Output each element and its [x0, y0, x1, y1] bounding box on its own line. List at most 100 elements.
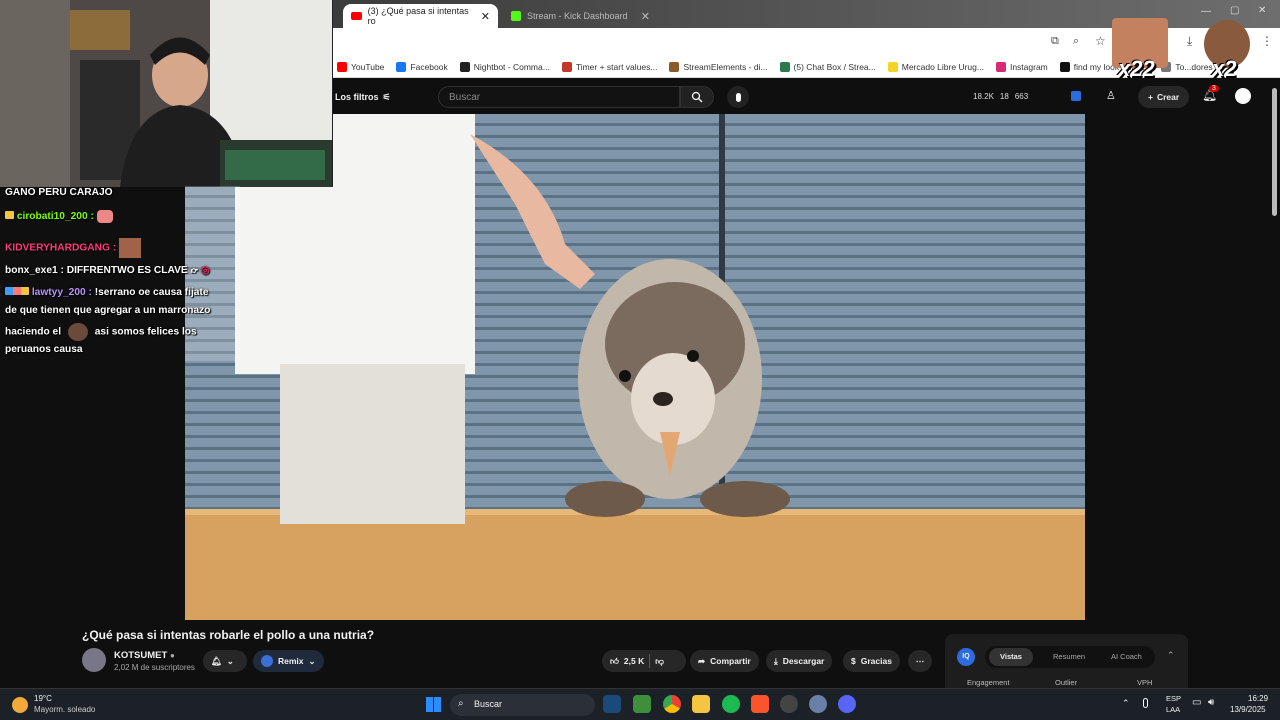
bookmark-item[interactable]: Timer + start values...	[561, 61, 657, 72]
tab-resumen[interactable]: Resumen	[1053, 648, 1085, 666]
chat-text: de que tienen que agregar a un marronazo	[5, 305, 211, 316]
clock-time[interactable]: 16:29	[1248, 694, 1268, 703]
vidiq-icon[interactable]	[1071, 91, 1081, 101]
chevron-up-icon[interactable]: ⌃	[1122, 698, 1130, 709]
search-button[interactable]	[680, 86, 714, 108]
bookmark-icon	[337, 61, 347, 72]
discord-icon[interactable]	[838, 695, 856, 713]
window-close-icon[interactable]: ✕	[1258, 5, 1266, 16]
maximize-icon[interactable]: ▢	[1230, 5, 1239, 16]
filters-button[interactable]: Los filtros ⚟	[335, 92, 391, 103]
tab-ai-coach[interactable]: AI Coach	[1111, 648, 1142, 666]
bookmark-item[interactable]: (5) Chat Box / Strea...	[779, 61, 876, 72]
bookmark-item[interactable]: StreamElements - di...	[669, 61, 768, 72]
mic-button[interactable]	[727, 86, 749, 108]
sliders-icon: ⚟	[382, 91, 391, 102]
thumbs-down-icon[interactable]: 👎︎	[655, 656, 664, 667]
tab-label: Stream - Kick Dashboard	[527, 11, 628, 21]
tab-vistas[interactable]: Vistas	[989, 648, 1033, 666]
bell-icon: 🔔︎	[211, 655, 222, 666]
pointing-hand-icon: 👉︎	[190, 265, 198, 276]
chat-message: lawtyy_200 : !serrano oe causa fijate	[5, 286, 240, 300]
menu-icon[interactable]: ⋮	[1261, 34, 1273, 48]
download-button[interactable]: ⤓ Descargar	[766, 650, 833, 672]
bookmark-item[interactable]: YouTube	[337, 61, 384, 72]
chat-message: peruanos causa	[5, 343, 83, 357]
chat-text: peruanos causa	[5, 344, 83, 355]
chrome-icon[interactable]	[663, 695, 681, 713]
bookmark-label: To...dores	[1175, 61, 1213, 72]
video-player[interactable]	[185, 114, 1085, 620]
spotify-icon[interactable]	[722, 695, 740, 713]
like-button[interactable]: 👍︎ 2,5 K 👎︎	[602, 650, 686, 672]
chat-text: asi somos felices los	[94, 326, 197, 338]
stat-views: 18.2K	[973, 92, 994, 101]
bookmark-icon	[1059, 61, 1070, 72]
network-icon[interactable]: ▭	[1192, 697, 1201, 708]
bookmark-item[interactable]: Mercado Libre Urug...	[887, 61, 984, 72]
bookmark-label: Facebook	[410, 61, 448, 72]
plus-icon: +	[1148, 92, 1153, 102]
app-icon[interactable]	[809, 695, 827, 713]
close-icon[interactable]: ✕	[481, 10, 490, 23]
webcam-overlay	[0, 0, 333, 187]
kick-icon	[511, 11, 521, 21]
emote-icon	[67, 323, 88, 341]
remix-label: Remix	[278, 656, 304, 666]
windows-taskbar: 19°C Mayorm. soleado ⌕ Buscar ⌃ ESP LAA …	[0, 688, 1280, 720]
bookmark-icon	[887, 61, 898, 72]
rank-icon[interactable]: ♙	[1106, 89, 1116, 102]
mic-icon[interactable]	[1143, 698, 1148, 708]
search-input[interactable]: Buscar	[438, 86, 680, 108]
language-secondary[interactable]: LAA	[1166, 705, 1180, 714]
minimize-icon[interactable]: —	[1201, 6, 1211, 17]
brave-icon[interactable]	[751, 695, 769, 713]
tab-kick[interactable]: Stream - Kick Dashboard ✕	[503, 4, 658, 28]
scrollbar[interactable]	[1272, 88, 1277, 216]
bookmark-item[interactable]: To...dores	[1161, 61, 1213, 72]
chat-user: KIDVERYHARDGANG :	[5, 242, 117, 254]
clock-date[interactable]: 13/9/2025	[1230, 705, 1266, 714]
share-icon: ➦	[698, 655, 706, 666]
more-icon: ⋯	[915, 655, 925, 666]
bookmark-icon	[459, 61, 470, 72]
install-icon[interactable]: ⧉	[1051, 35, 1059, 48]
tab-label: (3) ¿Qué pasa si intentas ro	[367, 6, 469, 26]
search-icon	[691, 91, 703, 103]
taskbar-search[interactable]: ⌕ Buscar	[450, 694, 595, 716]
weather-icon[interactable]	[12, 697, 28, 713]
bookmark-item[interactable]: Facebook	[396, 61, 448, 72]
download-icon[interactable]: ⤓	[1187, 34, 1192, 49]
file-explorer-icon[interactable]	[692, 695, 710, 713]
create-label: Crear	[1156, 92, 1180, 102]
zoom-icon[interactable]: ⌕	[1073, 35, 1079, 48]
notification-bell-button[interactable]: 🔔︎ ⌄	[203, 650, 247, 672]
youtube-header: Los filtros ⚟ Buscar 18.2K 18 663 ♙ + Cr…	[333, 80, 1280, 114]
tab-youtube[interactable]: (3) ¿Qué pasa si intentas ro ✕	[343, 4, 498, 28]
channel-name[interactable]: KOTSUMET ●	[114, 650, 175, 661]
chat-message: de que tienen que agregar a un marronazo	[5, 304, 211, 318]
minecraft-icon[interactable]	[633, 695, 651, 713]
channel-avatar[interactable]	[82, 648, 106, 672]
more-actions-button[interactable]: ⋯	[908, 650, 932, 672]
windows-start-icon[interactable]	[426, 697, 441, 712]
obs-icon[interactable]	[780, 695, 798, 713]
download-icon: ⤓	[774, 655, 778, 666]
bookmark-item[interactable]: Nightbot - Comma...	[459, 61, 550, 72]
bookmark-label: (5) Chat Box / Strea...	[793, 61, 876, 72]
remix-button[interactable]: Remix ⌄	[253, 650, 324, 672]
volume-icon[interactable]: 🔊︎	[1208, 697, 1214, 708]
chat-user: cirobati10_200 :	[16, 211, 94, 223]
subscriber-count: 2,02 M de suscriptores	[114, 663, 195, 672]
create-button[interactable]: + Crear	[1138, 86, 1190, 108]
like-count: 2,5 K	[623, 656, 645, 666]
avatar[interactable]	[1235, 88, 1251, 104]
language-primary[interactable]: ESP	[1166, 694, 1181, 703]
thanks-button[interactable]: $ Gracias	[843, 650, 900, 672]
share-button[interactable]: ➦ Compartir	[690, 650, 759, 672]
close-icon[interactable]: ✕	[641, 10, 650, 23]
chevron-up-icon[interactable]: ⌃	[1167, 650, 1175, 661]
star-icon[interactable]: ☆	[1095, 34, 1106, 48]
bookmark-item[interactable]: Instagram	[995, 61, 1048, 72]
steam-icon[interactable]	[603, 695, 621, 713]
